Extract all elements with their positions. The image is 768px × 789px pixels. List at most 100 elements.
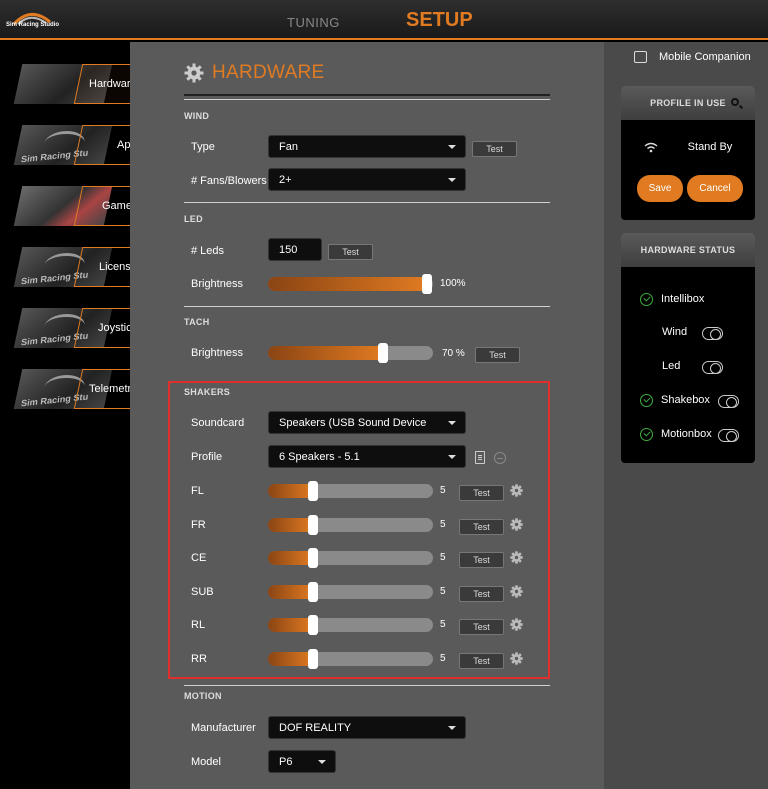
nav-tuning[interactable]: TUNING	[287, 15, 340, 30]
remove-icon[interactable]	[494, 452, 506, 464]
wifi-icon	[644, 142, 658, 152]
channel-test-button[interactable]: Test	[459, 653, 504, 669]
hardware-status-item: Intellibox	[621, 291, 755, 309]
fans-blowers-select[interactable]: 2+	[268, 168, 466, 191]
hardware-status-item: Led	[621, 358, 755, 376]
select-value: Fan	[279, 140, 298, 153]
mobile-companion-button[interactable]: Mobile Companion	[634, 51, 751, 63]
channel-label: CE	[191, 552, 207, 565]
channel-level-value: 5	[440, 518, 446, 530]
manufacturer-select[interactable]: DOF REALITY	[268, 716, 466, 739]
toggle-switch[interactable]	[702, 361, 723, 374]
slider-handle[interactable]	[308, 649, 318, 669]
led-brightness-label: Brightness	[191, 278, 243, 290]
slider-handle[interactable]	[308, 548, 318, 569]
select-value: 2+	[279, 173, 292, 186]
gear-icon[interactable]	[510, 652, 523, 665]
divider	[184, 306, 550, 307]
slider-fill	[268, 277, 427, 291]
section-motion: MOTION	[184, 691, 222, 701]
slider-handle[interactable]	[308, 615, 318, 636]
check-circle-icon	[640, 428, 653, 441]
cancel-button[interactable]: Cancel	[687, 175, 743, 202]
hardware-status-label: Shakebox	[661, 394, 710, 406]
channel-level-value: 5	[440, 552, 446, 564]
led-brightness-slider[interactable]	[268, 274, 433, 294]
page-title: HARDWARE	[212, 62, 325, 83]
wind-type-select[interactable]: Fan	[268, 135, 466, 158]
channel-level-slider[interactable]	[268, 615, 433, 636]
gear-icon	[184, 63, 204, 83]
slider-fill	[268, 551, 313, 566]
top-bar: Sim Racing Studio TUNING SETUP	[0, 0, 768, 40]
profile-select[interactable]: 6 Speakers - 5.1	[268, 445, 466, 468]
slider-handle[interactable]	[308, 581, 318, 602]
tach-brightness-slider[interactable]	[268, 343, 433, 363]
nav-setup[interactable]: SETUP	[406, 9, 473, 32]
mobile-device-icon	[634, 51, 647, 63]
model-label: Model	[191, 756, 221, 768]
leds-count-input[interactable]: 150	[268, 238, 322, 261]
profile-label: Profile	[191, 451, 223, 463]
soundcard-select[interactable]: Speakers (USB Sound Device	[268, 411, 466, 434]
gear-icon[interactable]	[510, 551, 523, 564]
hardware-status-label: Wind	[662, 326, 688, 338]
hardware-status-label: Motionbox	[661, 428, 712, 440]
divider	[184, 202, 550, 203]
channel-label: FL	[191, 485, 204, 497]
toggle-switch[interactable]	[718, 429, 739, 442]
channel-level-slider[interactable]	[268, 649, 433, 669]
channel-level-value: 5	[440, 619, 446, 631]
channel-level-slider[interactable]	[268, 548, 433, 569]
chevron-down-icon	[318, 760, 326, 764]
search-icon[interactable]	[731, 98, 739, 106]
model-select[interactable]: P6	[268, 750, 336, 773]
section-wind: WIND	[184, 111, 210, 121]
document-icon[interactable]	[475, 451, 485, 464]
save-button[interactable]: Save	[637, 175, 683, 202]
gear-icon[interactable]	[510, 484, 523, 497]
channel-label: FR	[191, 518, 206, 531]
slider-handle[interactable]	[378, 343, 388, 363]
channel-label: RR	[191, 653, 207, 665]
channel-level-slider[interactable]	[268, 481, 433, 501]
wind-type-label: Type	[191, 141, 215, 153]
channel-test-button[interactable]: Test	[459, 585, 504, 602]
fans-blowers-label: # Fans/Blowers	[191, 175, 267, 187]
check-circle-icon	[640, 394, 653, 407]
slider-handle[interactable]	[422, 274, 432, 294]
slider-handle[interactable]	[308, 481, 318, 501]
gear-icon[interactable]	[510, 618, 523, 632]
led-test-button[interactable]: Test	[328, 244, 373, 260]
card-title: HARDWARE STATUS	[640, 245, 736, 255]
select-value: 6 Speakers - 5.1	[279, 450, 360, 463]
channel-test-button[interactable]: Test	[459, 485, 504, 501]
right-panel: Mobile Companion PROFILE IN USE Stand By…	[604, 42, 768, 789]
slider-fill	[268, 517, 313, 532]
channel-level-slider[interactable]	[268, 581, 433, 602]
channel-test-button[interactable]: Test	[459, 518, 504, 535]
gear-icon[interactable]	[510, 517, 523, 531]
slider-fill	[268, 618, 313, 633]
channel-label: SUB	[191, 585, 214, 598]
mobile-companion-label: Mobile Companion	[659, 51, 751, 63]
channel-level-slider[interactable]	[268, 514, 433, 535]
channel-test-button[interactable]: Test	[459, 619, 504, 636]
slider-fill	[268, 346, 383, 360]
channel-test-button[interactable]: Test	[459, 552, 504, 569]
slider-handle[interactable]	[308, 514, 318, 535]
gear-icon[interactable]	[510, 585, 523, 598]
section-led: LED	[184, 214, 203, 224]
toggle-switch[interactable]	[702, 327, 723, 340]
channel-label: RL	[191, 619, 206, 632]
section-tach: TACH	[184, 317, 210, 327]
divider	[184, 99, 550, 100]
hardware-status-item: Wind	[621, 324, 755, 342]
hardware-status-card: HARDWARE STATUS Intellibox Wind Led Shakebo…	[621, 233, 755, 463]
leds-count-label: # Leds	[191, 245, 225, 257]
toggle-switch[interactable]	[718, 395, 739, 408]
profile-status: Stand By	[687, 141, 733, 153]
tach-test-button[interactable]: Test	[475, 347, 520, 363]
hardware-status-label: Led	[662, 360, 681, 372]
wind-test-button[interactable]: Test	[472, 141, 517, 157]
